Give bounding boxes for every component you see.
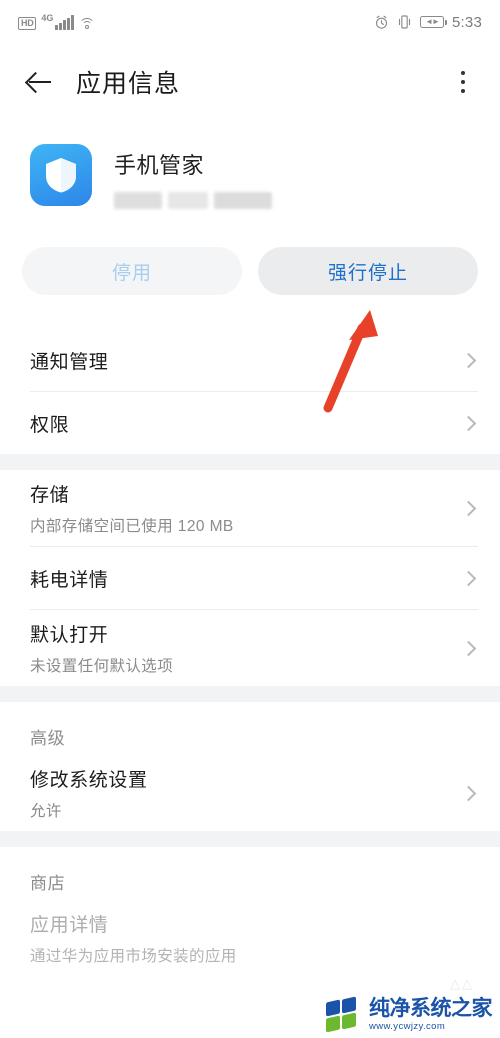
section-group-1: 存储 内部存储空间已使用 120 MB 耗电详情 默认打开 未设置任何默认选项: [0, 470, 500, 686]
wifi-icon: [78, 17, 95, 30]
status-bar-left: HD 4G: [18, 14, 95, 30]
alarm-clock-icon: [375, 15, 388, 29]
app-name: 手机管家: [114, 153, 205, 178]
battery-icon: ◄►: [420, 16, 447, 28]
shield-app-icon: [30, 144, 92, 206]
status-bar-right: ◄► 5:33: [374, 14, 482, 31]
section-group-3: 商店 应用详情 通过华为应用市场安装的应用: [0, 847, 500, 976]
row-text: 耗电详情: [30, 565, 108, 592]
status-bar: HD 4G ◄► 5:33: [0, 0, 500, 44]
chevron-right-icon: [460, 500, 477, 516]
row-text: 权限: [30, 410, 69, 437]
row-open-by-default[interactable]: 默认打开 未设置任何默认选项: [0, 610, 500, 686]
row-title: 存储: [30, 485, 70, 506]
row-permissions[interactable]: 权限: [0, 392, 500, 454]
watermark-ghost-mark: △△: [450, 976, 474, 991]
row-subtitle: 通过华为应用市场安装的应用: [30, 948, 237, 965]
row-app-details[interactable]: 应用详情 通过华为应用市场安装的应用: [0, 900, 500, 976]
row-subtitle: 允许: [30, 803, 62, 820]
watermark-title: 纯净系统之家: [369, 997, 493, 1020]
chevron-right-icon: [460, 785, 477, 801]
row-text: 修改系统设置 允许: [30, 765, 148, 821]
row-modify-system-settings[interactable]: 修改系统设置 允许: [0, 755, 500, 831]
row-title: 默认打开: [30, 625, 109, 646]
section-group-0: 通知管理 权限: [0, 329, 500, 454]
site-watermark: 纯净系统之家 www.ycwjzy.com: [326, 996, 493, 1033]
page-title: 应用信息: [76, 70, 181, 98]
section-gap: [0, 454, 500, 470]
watermark-text: 纯净系统之家 www.ycwjzy.com: [369, 997, 493, 1033]
app-meta: 手机管家: [114, 144, 272, 209]
back-arrow-icon[interactable]: [22, 65, 56, 99]
row-title: 耗电详情: [30, 569, 109, 591]
toolbar: 应用信息: [0, 44, 500, 120]
row-title: 权限: [30, 414, 70, 436]
network-type-label: 4G: [41, 13, 54, 23]
row-subtitle: 内部存储空间已使用 120 MB: [30, 518, 234, 535]
section-gap: [0, 686, 500, 702]
disable-button[interactable]: 停用: [22, 247, 242, 295]
row-text: 默认打开 未设置任何默认选项: [30, 620, 173, 676]
force-stop-button[interactable]: 强行停止: [258, 247, 478, 295]
chevron-right-icon: [460, 570, 477, 586]
chevron-right-icon: [460, 352, 477, 368]
vibrate-mode-icon: [398, 15, 411, 29]
row-subtitle: 未设置任何默认选项: [30, 658, 174, 675]
section-group-2: 高级 修改系统设置 允许: [0, 702, 500, 831]
row-title: 修改系统设置: [30, 770, 148, 791]
shield-glyph-icon: [46, 158, 76, 193]
overflow-menu-icon[interactable]: [448, 67, 478, 97]
chevron-right-icon: [460, 640, 477, 656]
watermark-url: www.ycwjzy.com: [369, 1021, 446, 1032]
section-label-store: 商店: [30, 874, 66, 893]
app-info-screen: HD 4G ◄► 5:33 应用信息 手机管家 停用 强行停止 通知管理 权限 …: [0, 0, 500, 1038]
row-title: 应用详情: [30, 915, 109, 936]
signal-strength-bars: [55, 15, 74, 30]
app-version-redacted: [114, 192, 272, 209]
four-squares-logo-icon: [326, 996, 362, 1033]
hd-badge-icon: HD: [18, 17, 37, 30]
signal-bars-icon: 4G: [41, 14, 74, 30]
clock-time: 5:33: [452, 13, 482, 31]
row-storage[interactable]: 存储 内部存储空间已使用 120 MB: [0, 470, 500, 546]
action-buttons: 停用 强行停止: [0, 209, 500, 295]
section-gap: [0, 831, 500, 847]
row-battery-usage[interactable]: 耗电详情: [0, 547, 500, 609]
app-identity-header: 手机管家: [0, 120, 500, 209]
row-notification-management[interactable]: 通知管理: [0, 329, 500, 391]
chevron-right-icon: [460, 415, 477, 431]
section-label-advanced: 高级: [30, 729, 66, 748]
row-title: 通知管理: [30, 351, 109, 373]
row-text: 通知管理: [30, 347, 108, 374]
row-text: 存储 内部存储空间已使用 120 MB: [30, 480, 234, 536]
row-text: 应用详情 通过华为应用市场安装的应用: [30, 910, 237, 966]
